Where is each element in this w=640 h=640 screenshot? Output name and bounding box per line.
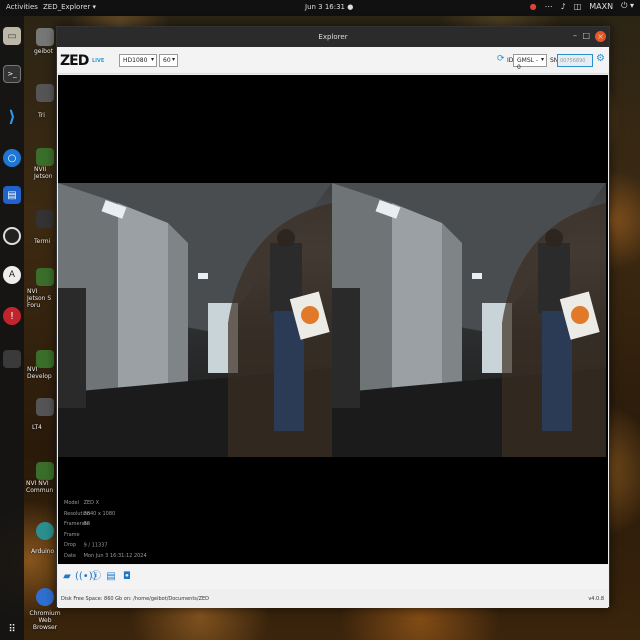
gear-icon[interactable]: ⚙ (596, 53, 605, 64)
left-camera-view (58, 183, 332, 457)
desktop: Activities ZED_Explorer ▾ Jun 3 16:31 ● … (0, 0, 640, 640)
version-label: v4.0.8 (588, 596, 604, 602)
desktop-label: NVI Jetson S Foru (27, 288, 52, 309)
info-icon[interactable]: ⓘ (90, 570, 102, 583)
folder-icon[interactable]: ▰ (61, 570, 73, 583)
desktop-file-icon[interactable] (36, 398, 54, 416)
info-row-framerate: Framerate 60 (64, 521, 90, 527)
desktop-file-icon[interactable] (36, 84, 54, 102)
arduino-icon[interactable]: A (3, 266, 21, 284)
desktop-label: Chromium Web Browser (29, 610, 61, 631)
desktop-label: geibot (34, 48, 53, 55)
desktop-label: NVI Develop (27, 366, 52, 380)
fps-value: 60 (163, 57, 171, 64)
camera-id-value: GMSL - 0 (517, 57, 539, 71)
files-icon[interactable]: ▭ (3, 27, 21, 45)
camera-info-overlay: Model ZED X Resolution 3840 x 1080 Frame… (64, 498, 147, 561)
volume-icon[interactable]: ♪ (561, 2, 566, 11)
chevron-down-icon: ▾ (150, 56, 154, 63)
arduino-desktop-icon[interactable] (36, 522, 54, 540)
refresh-icon[interactable]: ⟳ (497, 54, 505, 64)
resolution-select[interactable]: HD1080 ▾ (119, 54, 157, 67)
zed-logo: ZED (60, 53, 89, 69)
film-icon[interactable]: ▤ (105, 570, 117, 583)
action-bar: ▰ ((•)) ⓘ ▤ ◘ (58, 565, 608, 589)
resolution-value: HD1080 (123, 57, 148, 64)
nvidia-icon[interactable] (36, 268, 54, 286)
zed-explorer-window: Explorer – □ × ZED LIVE HD1080 ▾ 60 ▾ ⟳ … (56, 26, 610, 608)
help-icon[interactable]: ! (3, 307, 21, 325)
chevron-down-icon: ▾ (540, 56, 544, 63)
terminal-icon[interactable]: >_ (3, 65, 21, 83)
minimize-button[interactable]: – (573, 31, 577, 40)
screenshot-icon[interactable] (3, 350, 21, 368)
network-icon[interactable]: ◫ (574, 2, 582, 11)
window-title: Explorer (318, 33, 348, 41)
dock: ▭ >_ ⟩ ○ ▤ A ! ⠿ (0, 16, 24, 640)
clock[interactable]: Jun 3 16:31 ● (305, 3, 353, 11)
camera-id-select[interactable]: GMSL - 0 ▾ (513, 54, 547, 71)
desktop-label: LT4 (32, 424, 42, 431)
maximize-button[interactable]: □ (582, 31, 590, 40)
obs-icon[interactable] (3, 227, 21, 245)
serial-number-field[interactable]: 00756890 (557, 54, 593, 67)
disk-free-space: Disk Free Space: 860 Gb on: /home/geibot… (61, 596, 210, 602)
titlebar[interactable]: Explorer – □ × (57, 27, 609, 47)
toolbar: ZED LIVE HD1080 ▾ 60 ▾ ⟳ ID GMSL - 0 ▾ S… (57, 47, 609, 74)
power-mode-label[interactable]: MAXN (589, 2, 613, 11)
desktop-label: Tri (38, 112, 45, 119)
info-row-resolution: Resolution 3840 x 1080 (64, 510, 116, 517)
close-button[interactable]: × (595, 31, 606, 42)
app-menu[interactable]: ZED_Explorer ▾ (43, 3, 96, 11)
power-icon[interactable]: ⏻ ▾ (621, 1, 634, 11)
desktop-label: NVI NVI Commun (26, 480, 54, 494)
status-bar: Disk Free Space: 860 Gb on: /home/geibot… (58, 591, 608, 608)
home-folder-icon[interactable] (36, 28, 54, 46)
app-grid-icon[interactable]: ⠿ (3, 620, 21, 638)
chromium-icon[interactable]: ○ (3, 149, 21, 167)
vscode-icon[interactable]: ⟩ (3, 107, 21, 126)
right-camera-view (332, 183, 606, 457)
live-badge: LIVE (92, 58, 105, 64)
desktop-label: Termi (34, 238, 51, 245)
terminal-desktop-icon[interactable] (36, 210, 54, 228)
info-row-model: Model ZED X (64, 500, 100, 506)
video-viewport[interactable]: Model ZED X Resolution 3840 x 1080 Frame… (58, 75, 608, 564)
overflow-icon[interactable]: ⋯ (545, 2, 553, 11)
fps-select[interactable]: 60 ▾ (159, 54, 178, 67)
system-tray[interactable]: ● ⋯ ♪ ◫ MAXN ⏻ ▾ (530, 1, 634, 11)
info-row-framedrop: Frame Drop 9 / 11337 (64, 531, 108, 549)
nvidia-icon[interactable] (36, 148, 54, 166)
camera-icon[interactable]: ◘ (121, 570, 133, 583)
recorder-icon[interactable]: ● (530, 2, 537, 11)
chromium-desktop-icon[interactable] (36, 588, 54, 606)
nvidia-icon[interactable] (36, 462, 54, 480)
desktop-label: NVII Jetson (34, 166, 53, 180)
signal-icon[interactable]: ((•)) (75, 570, 97, 583)
activities-button[interactable]: Activities (6, 3, 38, 11)
info-row-date: Date Mon Jun 3 16:31:12 2024 (64, 552, 147, 559)
zed-app-icon[interactable]: ▤ (3, 186, 21, 204)
top-panel: Activities ZED_Explorer ▾ Jun 3 16:31 ● … (0, 0, 640, 16)
chevron-down-icon: ▾ (171, 56, 175, 63)
